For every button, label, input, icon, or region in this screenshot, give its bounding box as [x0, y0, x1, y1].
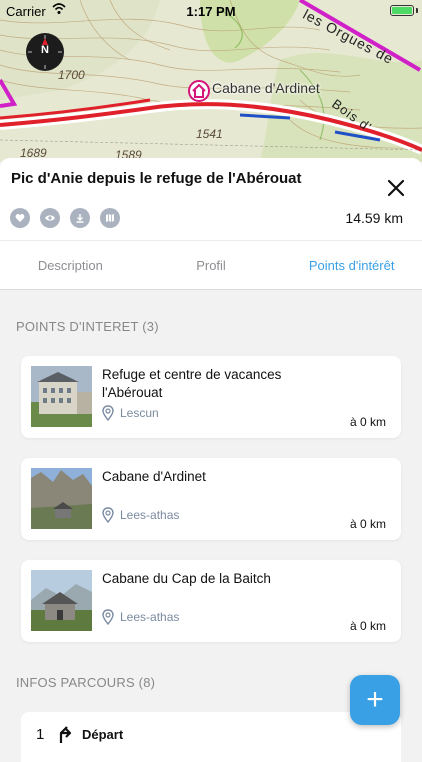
poi-location-label: Lescun [120, 406, 159, 420]
step-label: Départ [82, 727, 124, 742]
route-step[interactable]: 1 Départ [21, 712, 401, 762]
location-pin-icon [102, 507, 114, 523]
close-icon[interactable] [386, 178, 406, 198]
list-item[interactable]: Refuge et centre de vacances l'Abérouat … [21, 356, 401, 438]
poi-location-label: Lees-athas [120, 610, 180, 624]
list-item[interactable]: Cabane du Cap de la Baitch Lees-athas à … [21, 560, 401, 642]
status-time: 1:17 PM [186, 4, 236, 19]
route-actions [10, 208, 120, 228]
download-button[interactable] [70, 208, 90, 228]
poi-distance: à 0 km [349, 619, 386, 633]
poi-distance: à 0 km [349, 517, 386, 531]
tab-profil[interactable]: Profil [141, 241, 282, 289]
map-icon [106, 214, 114, 222]
points-section-title: POINTS D'INTERET (3) [16, 319, 159, 334]
favorite-button[interactable] [10, 208, 30, 228]
tab-points-interet[interactable]: Points d'intérêt [281, 241, 422, 289]
map-button[interactable] [100, 208, 120, 228]
compass-button[interactable]: N [26, 33, 64, 71]
status-bar: Carrier 1:17 PM [0, 0, 422, 22]
tab-description[interactable]: Description [0, 241, 141, 289]
battery-level [392, 7, 412, 14]
route-distance: 14.59 km [345, 210, 403, 226]
tab-bar: Description Profil Points d'intérêt [0, 240, 422, 290]
poi-location: Lees-athas [102, 507, 179, 523]
compass-north-label: N [41, 44, 49, 56]
poi-name: Cabane d'Ardinet [102, 469, 206, 484]
route-info-section-title: INFOS PARCOURS (8) [16, 675, 156, 690]
poi-marker-label: Cabane d'Ardinet [212, 80, 320, 96]
poi-photo [31, 366, 92, 427]
download-icon [76, 214, 84, 223]
poi-photo [31, 570, 92, 631]
battery-tip [416, 8, 418, 13]
map-view[interactable]: 1700 1541 1689 1589 les Orgues de Bois d… [0, 0, 422, 162]
elevation-label: 1541 [196, 127, 223, 141]
step-number: 1 [36, 726, 45, 743]
route-header: Pic d'Anie depuis le refuge de l'Abéroua… [0, 158, 422, 240]
eye-icon [45, 215, 55, 221]
location-pin-icon [102, 609, 114, 625]
list-item[interactable]: Cabane d'Ardinet Lees-athas à 0 km [21, 458, 401, 540]
poi-distance: à 0 km [349, 415, 386, 429]
poi-location-label: Lees-athas [120, 508, 180, 522]
location-pin-icon [102, 405, 114, 421]
poi-name: Cabane du Cap de la Baitch [102, 571, 271, 586]
house-icon [192, 83, 206, 98]
visibility-button[interactable] [40, 208, 60, 228]
poi-marker[interactable] [188, 80, 210, 102]
poi-location: Lees-athas [102, 609, 179, 625]
add-button[interactable]: + [350, 675, 400, 725]
turn-direction-icon [59, 726, 72, 743]
battery-icon [390, 5, 414, 16]
poi-location: Lescun [102, 405, 159, 421]
poi-photo [31, 468, 92, 529]
heart-icon [15, 214, 25, 222]
route-title: Pic d'Anie depuis le refuge de l'Abéroua… [11, 170, 302, 187]
poi-name: Refuge et centre de vacances l'Abérouat [102, 367, 282, 400]
